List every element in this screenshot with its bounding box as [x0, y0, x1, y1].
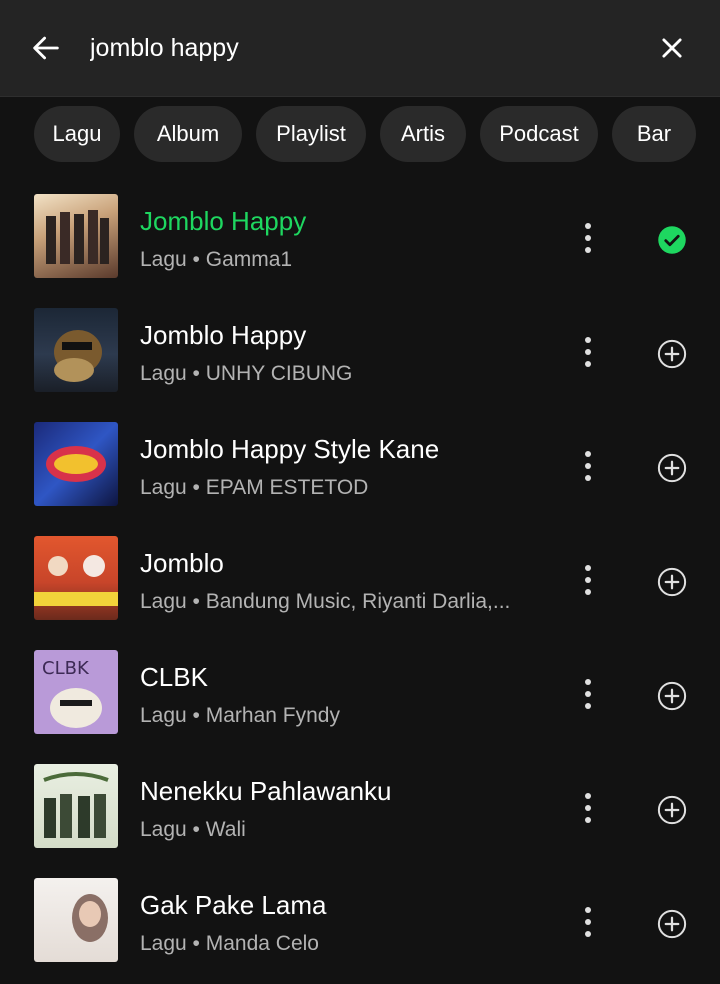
track-subtitle: Lagu • Marhan Fyndy: [140, 704, 340, 727]
chip-playlist[interactable]: Playlist: [256, 106, 366, 162]
track-title: Jomblo Happy Style Kane: [140, 434, 440, 464]
add-to-library-button[interactable]: [650, 560, 694, 604]
chip-bar[interactable]: Bar: [612, 106, 696, 162]
track-subtitle: Lagu • Gamma1: [140, 248, 293, 271]
add-circle-icon: [657, 453, 687, 483]
add-to-library-button[interactable]: [650, 332, 694, 376]
track-subtitle: Lagu • EPAM ESTETOD: [140, 476, 369, 499]
track-title: Jomblo Happy: [140, 320, 307, 350]
add-to-library-button[interactable]: [650, 674, 694, 718]
more-options-button[interactable]: [570, 444, 606, 488]
more-options-button[interactable]: [570, 558, 606, 602]
album-cover: [34, 764, 118, 848]
result-row[interactable]: Nenekku Pahlawanku Lagu • Wali: [0, 756, 720, 870]
track-subtitle: Lagu • UNHY CIBUNG: [140, 362, 353, 385]
more-options-button[interactable]: [570, 330, 606, 374]
add-to-library-button[interactable]: [650, 446, 694, 490]
cover-art-image: [72, 894, 108, 942]
result-row[interactable]: CLBK CLBK Lagu • Marhan Fyndy: [0, 642, 720, 756]
cover-art-image: [46, 210, 109, 264]
check-circle-icon: [658, 226, 686, 254]
more-options-button[interactable]: [570, 900, 606, 944]
album-cover: [34, 194, 118, 278]
result-row[interactable]: Jomblo Happy Lagu • UNHY CIBUNG: [0, 300, 720, 414]
result-row[interactable]: Jomblo Happy Style Kane Lagu • EPAM ESTE…: [0, 414, 720, 528]
chip-artis[interactable]: Artis: [380, 106, 466, 162]
add-to-library-button[interactable]: [650, 788, 694, 832]
add-to-library-button[interactable]: [650, 902, 694, 946]
result-row[interactable]: Jomblo Lagu • Bandung Music, Riyanti Dar…: [0, 528, 720, 642]
close-icon: [662, 38, 682, 58]
result-row[interactable]: Gak Pake Lama Lagu • Manda Celo: [0, 870, 720, 984]
more-vertical-icon: [585, 337, 591, 367]
chip-lagu[interactable]: Lagu: [34, 106, 120, 162]
svg-text:CLBK: CLBK: [42, 658, 90, 679]
more-vertical-icon: [585, 223, 591, 253]
more-options-button[interactable]: [570, 216, 606, 260]
add-circle-icon: [657, 339, 687, 369]
search-input[interactable]: [90, 28, 630, 68]
more-vertical-icon: [585, 451, 591, 481]
cover-art-image: [43, 772, 109, 838]
add-circle-icon: [657, 909, 687, 939]
back-button[interactable]: [26, 28, 66, 68]
chip-album[interactable]: Album: [134, 106, 242, 162]
album-cover: CLBK: [34, 650, 118, 734]
track-title: Jomblo Happy: [140, 206, 307, 236]
add-circle-icon: [657, 567, 687, 597]
track-subtitle: Lagu • Manda Celo: [140, 932, 319, 955]
more-options-button[interactable]: [570, 672, 606, 716]
chip-podcast[interactable]: Podcast: [480, 106, 598, 162]
album-cover: [34, 308, 118, 392]
more-vertical-icon: [585, 679, 591, 709]
album-cover: [34, 878, 118, 962]
cover-art-image: [34, 555, 118, 606]
album-cover: [34, 422, 118, 506]
cover-art-image: CLBK: [42, 658, 102, 728]
saved-check-button[interactable]: [650, 218, 694, 262]
arrow-left-icon: [33, 36, 59, 60]
cover-art-image: [46, 446, 106, 482]
clear-search-button[interactable]: [652, 28, 692, 68]
track-title: Nenekku Pahlawanku: [140, 776, 392, 806]
cover-art-image: [54, 330, 102, 382]
more-vertical-icon: [585, 793, 591, 823]
track-title: CLBK: [140, 662, 208, 692]
track-subtitle: Lagu • Wali: [140, 818, 246, 841]
track-subtitle: Lagu • Bandung Music, Riyanti Darlia,...: [140, 590, 511, 613]
track-title: Jomblo: [140, 548, 224, 578]
album-cover: [34, 536, 118, 620]
search-bar: [0, 0, 720, 97]
track-title: Gak Pake Lama: [140, 890, 327, 920]
add-circle-icon: [657, 795, 687, 825]
more-vertical-icon: [585, 907, 591, 937]
result-row[interactable]: Jomblo Happy Lagu • Gamma1: [0, 186, 720, 300]
more-vertical-icon: [585, 565, 591, 595]
more-options-button[interactable]: [570, 786, 606, 830]
filter-chips: Lagu Album Playlist Artis Podcast Bar: [0, 106, 720, 164]
add-circle-icon: [657, 681, 687, 711]
